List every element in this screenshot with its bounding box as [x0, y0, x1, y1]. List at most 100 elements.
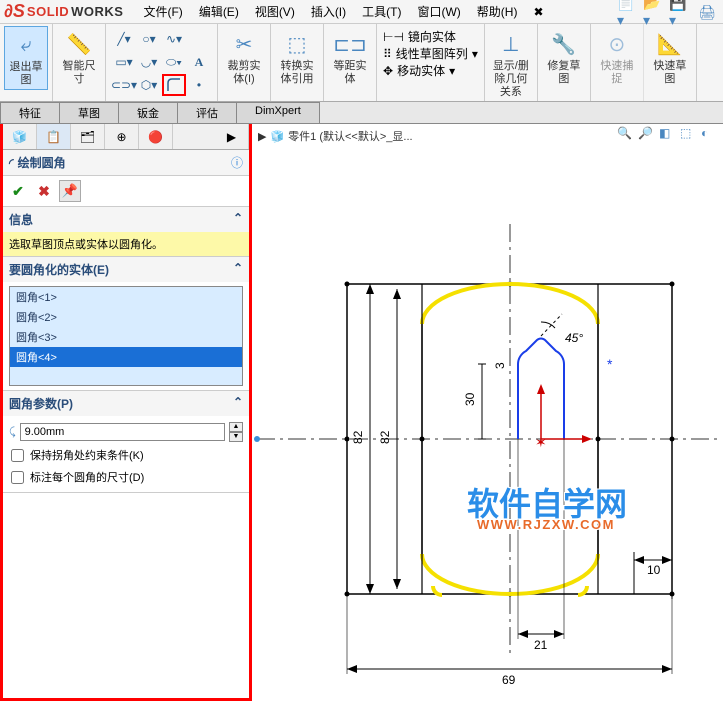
radius-input[interactable]	[20, 423, 225, 441]
menu-search-icon[interactable]: ✖	[525, 3, 551, 21]
ok-button[interactable]: ✔	[7, 180, 29, 202]
fillet-tool-icon[interactable]	[162, 74, 186, 96]
qat-save-icon[interactable]: 💾▾	[669, 2, 693, 22]
offset-icon: ⊏⊐	[334, 28, 366, 60]
tab-feature[interactable]: 特征	[0, 102, 60, 123]
mirror-button[interactable]: ⊢⊣ 镜向实体	[383, 28, 456, 45]
menu-insert[interactable]: 插入(I)	[303, 1, 354, 22]
dim-angle: 45°	[565, 331, 583, 345]
label-each-label: 标注每个圆角的尺寸(D)	[30, 469, 144, 485]
breadcrumb-text[interactable]: 零件1 (默认<<默认>_显...	[288, 128, 412, 144]
logo-text-solid: SOLID	[27, 4, 69, 19]
label-each-checkbox[interactable]: 标注每个圆角的尺寸(D)	[9, 466, 243, 488]
fm-tab-config-icon[interactable]: 🗂	[71, 124, 105, 149]
info-header[interactable]: 信息⌃	[3, 207, 249, 232]
fm-tab-flyout-icon[interactable]: ▶	[215, 124, 249, 149]
entity-item[interactable]: 圆角<2>	[10, 307, 242, 327]
qat-open-icon[interactable]: 📂▾	[643, 2, 667, 22]
text-tool-icon[interactable]: A	[187, 51, 211, 73]
logo-text-works: WORKS	[71, 4, 123, 19]
slot-tool-icon[interactable]: ⊂⊃▾	[112, 74, 136, 96]
polygon-tool-icon[interactable]: ⬡▾	[137, 74, 161, 96]
params-header[interactable]: 圆角参数(P)⌃	[3, 391, 249, 416]
keep-constraints-checkbox[interactable]: 保持拐角处约束条件(K)	[9, 444, 243, 466]
info-message: 选取草图顶点或实体以圆角化。	[3, 232, 249, 256]
rectangle-tool-icon[interactable]: ▭▾	[112, 51, 136, 73]
menu-bar: ∂S SOLID WORKS 文件(F) 编辑(E) 视图(V) 插入(I) 工…	[0, 0, 723, 24]
ribbon-group-quicksketch: 📐 快速草图	[644, 24, 697, 101]
quick-access-toolbar: 📄▾ 📂▾ 💾▾ 🖨	[617, 2, 719, 22]
menu-edit[interactable]: 编辑(E)	[191, 1, 247, 22]
quick-sketch-icon: 📐	[654, 28, 686, 60]
menu-file[interactable]: 文件(F)	[135, 1, 190, 22]
ribbon-group-snap: ⊙ 快速捕捉	[591, 24, 644, 101]
ribbon-group-draw: ╱▾ ○▾ ∿▾ ▭▾ ◡▾ ⬭▾ A ⊂⊃▾ ⬡▾ •	[106, 24, 218, 101]
offset-button[interactable]: ⊏⊐ 等距实体	[328, 26, 372, 88]
repair-button[interactable]: 🔧 修复草图	[542, 26, 586, 88]
breadcrumb: ▶ 🧊 零件1 (默认<<默认>_显...	[258, 128, 413, 144]
point-tool-icon[interactable]: •	[187, 74, 211, 96]
menu-window[interactable]: 窗口(W)	[409, 1, 468, 22]
pin-button[interactable]: 📌	[59, 180, 81, 202]
fm-tab-display-icon[interactable]: 🔴	[139, 124, 173, 149]
entity-item-selected[interactable]: 圆角<4>	[10, 347, 242, 367]
linear-pattern-button[interactable]: ⠿线性草图阵列▾	[383, 45, 478, 62]
exit-sketch-button[interactable]: ⤶ 退出草图	[4, 26, 48, 90]
arc-tool-icon[interactable]: ◡▾	[137, 51, 161, 73]
qat-new-icon[interactable]: 📄▾	[617, 2, 641, 22]
entity-item[interactable]: 圆角<3>	[10, 327, 242, 347]
trim-button[interactable]: ✂ 裁剪实体(I)	[222, 26, 266, 88]
ellipse-tool-icon[interactable]: ⬭▾	[162, 51, 186, 73]
menu-view[interactable]: 视图(V)	[247, 1, 303, 22]
section-icon[interactable]: ◧	[659, 126, 677, 144]
pattern-icon: ⠿	[383, 47, 392, 61]
smart-dimension-button[interactable]: 📏 智能尺寸	[57, 26, 101, 88]
keep-constraints-input[interactable]	[11, 449, 24, 462]
circle-tool-icon[interactable]: ○▾	[137, 28, 161, 50]
zoom-fit-icon[interactable]: 🔍	[617, 126, 635, 144]
help-icon[interactable]: ⓘ	[231, 154, 243, 171]
snap-label: 快速捕捉	[597, 60, 637, 86]
tab-evaluate[interactable]: 评估	[177, 102, 237, 123]
relations-label: 显示/删除几何关系	[491, 60, 531, 100]
line-tool-icon[interactable]: ╱▾	[112, 28, 136, 50]
menu-tools[interactable]: 工具(T)	[354, 1, 409, 22]
move-button[interactable]: ✥移动实体▾	[383, 62, 455, 79]
qat-print-icon[interactable]: 🖨	[695, 2, 719, 22]
smart-dim-icon: 📏	[63, 28, 95, 60]
spin-up-icon[interactable]: ▲	[229, 422, 243, 432]
view-orient-icon[interactable]: ⬚	[680, 126, 698, 144]
dim-82a: 82	[351, 430, 365, 444]
tab-dimxpert[interactable]: DimXpert	[236, 102, 320, 123]
mirror-label: 镜向实体	[408, 28, 456, 45]
fm-tab-tree-icon[interactable]: 🧊	[3, 124, 37, 149]
zoom-area-icon[interactable]: 🔎	[638, 126, 656, 144]
repair-icon: 🔧	[548, 28, 580, 60]
tab-sheetmetal[interactable]: 钣金	[118, 102, 178, 123]
cancel-button[interactable]: ✖	[33, 180, 55, 202]
spin-down-icon[interactable]: ▼	[229, 432, 243, 442]
dim-3: 3	[493, 362, 507, 369]
exit-sketch-icon: ⤶	[10, 29, 42, 61]
breadcrumb-expand-icon[interactable]: ▶	[258, 130, 266, 143]
entity-list[interactable]: 圆角<1> 圆角<2> 圆角<3> 圆角<4>	[9, 286, 243, 386]
display-style-icon[interactable]: ◐	[701, 126, 719, 144]
quick-sketch-button[interactable]: 📐 快速草图	[648, 26, 692, 88]
dim-82b: 82	[378, 430, 392, 444]
menu-help[interactable]: 帮助(H)	[469, 1, 526, 22]
entities-header-label: 要圆角化的实体(E)	[9, 261, 109, 278]
tab-sketch[interactable]: 草图	[59, 102, 119, 123]
convert-button[interactable]: ⬚ 转换实体引用	[275, 26, 319, 88]
label-each-input[interactable]	[11, 471, 24, 484]
ribbon-group-trim: ✂ 裁剪实体(I)	[218, 24, 271, 101]
display-relations-button[interactable]: ⊥ 显示/删除几何关系	[489, 26, 533, 102]
dim-69: 69	[502, 673, 516, 687]
fm-tab-dimxpert-icon[interactable]: ⊕	[105, 124, 139, 149]
entities-header[interactable]: 要圆角化的实体(E)⌃	[3, 257, 249, 282]
entity-item[interactable]: 圆角<1>	[10, 287, 242, 307]
spline-tool-icon[interactable]: ∿▾	[162, 28, 186, 50]
fm-tab-property-icon[interactable]: 📋	[37, 124, 71, 149]
dim-30: 30	[463, 392, 477, 406]
mirror-icon: ⊢⊣	[383, 30, 404, 44]
graphics-area[interactable]: ▶ 🧊 零件1 (默认<<默认>_显... 🔍 🔎 ◧ ⬚ ◐	[252, 124, 723, 701]
